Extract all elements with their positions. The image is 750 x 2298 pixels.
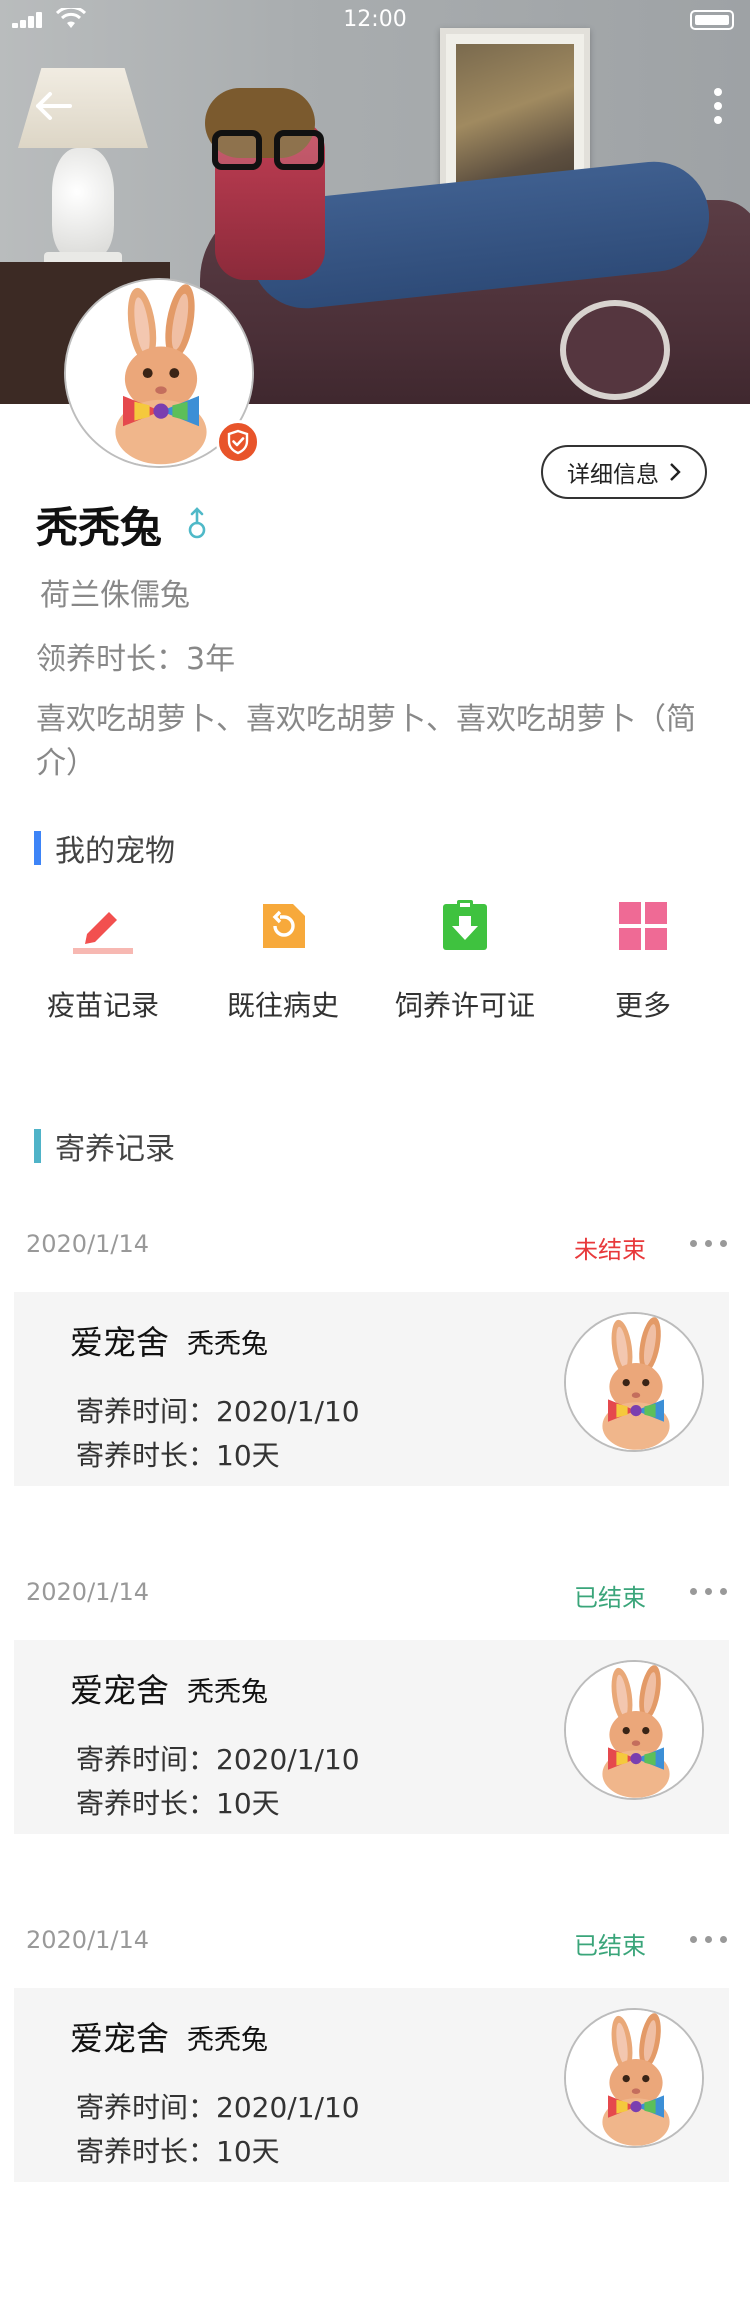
record-pet-name: 秃秃兔 xyxy=(187,1329,268,1360)
record-date: 2020/1/14 xyxy=(26,1926,150,1954)
breeding-license-action[interactable]: 饲养许可证 xyxy=(380,896,550,1024)
sofa-arm xyxy=(560,300,670,400)
medical-history-action[interactable]: 既往病史 xyxy=(198,896,368,1024)
pet-name: 秃秃兔 xyxy=(36,503,163,552)
record-status: 未结束 xyxy=(574,1236,646,1264)
record-pet-name: 秃秃兔 xyxy=(187,2025,268,2056)
lamp-base xyxy=(52,148,114,258)
male-gender-icon xyxy=(184,506,210,540)
detail-info-button[interactable]: 详细信息 xyxy=(541,445,707,499)
shop-name: 爱宠舍 xyxy=(70,1323,169,1362)
pet-breed: 荷兰侏儒兔 xyxy=(40,578,190,613)
battery-icon xyxy=(690,10,734,30)
section-accent-bar xyxy=(34,831,41,865)
adopt-duration: 领养时长：3年 xyxy=(36,642,236,677)
more-action[interactable]: 更多 xyxy=(558,896,728,1024)
action-label: 疫苗记录 xyxy=(46,989,159,1022)
license-download-icon xyxy=(435,896,495,956)
back-arrow-icon[interactable] xyxy=(30,86,78,126)
action-label: 更多 xyxy=(614,989,671,1022)
more-horizontal-icon[interactable] xyxy=(690,1240,730,1250)
more-horizontal-icon[interactable] xyxy=(690,1936,730,1946)
more-horizontal-icon[interactable] xyxy=(690,1588,730,1598)
action-label: 饲养许可证 xyxy=(394,989,535,1022)
record-pet-avatar xyxy=(564,2008,704,2148)
section-accent-bar xyxy=(34,1129,41,1163)
pencil-icon xyxy=(73,896,133,956)
record-pet-avatar xyxy=(564,1312,704,1452)
boarding-record-card[interactable]: 爱宠舍 秃秃兔 寄养时间：2020/1/10 寄养时长：10天 xyxy=(14,1292,729,1486)
my-pets-section-title: 我的宠物 xyxy=(34,826,175,870)
record-pet-name: 秃秃兔 xyxy=(187,1677,268,1708)
record-status: 已结束 xyxy=(574,1932,646,1960)
history-file-icon xyxy=(253,896,313,956)
grid-icon xyxy=(613,896,673,956)
record-status: 已结束 xyxy=(574,1584,646,1612)
chevron-right-icon xyxy=(670,463,681,481)
status-time: 12:00 xyxy=(343,7,407,32)
verified-shield-icon xyxy=(216,420,260,464)
record-pet-avatar xyxy=(564,1660,704,1800)
boarding-time: 寄养时间：2020/1/10 xyxy=(76,2091,360,2124)
more-vertical-icon[interactable] xyxy=(708,84,728,128)
status-bar: 12:00 xyxy=(0,0,750,40)
boarding-time: 寄养时间：2020/1/10 xyxy=(76,1395,360,1428)
shop-name: 爱宠舍 xyxy=(70,1671,169,1710)
boarding-duration: 寄养时长：10天 xyxy=(76,1787,280,1820)
action-label: 既往病史 xyxy=(226,989,339,1022)
record-date: 2020/1/14 xyxy=(26,1230,150,1258)
boarding-section-title: 寄养记录 xyxy=(34,1124,175,1168)
pet-intro: 喜欢吃胡萝卜、喜欢吃胡萝卜、喜欢吃胡萝卜（简介） xyxy=(36,702,696,781)
detail-info-label: 详细信息 xyxy=(567,462,659,488)
boarding-record-card[interactable]: 爱宠舍 秃秃兔 寄养时间：2020/1/10 寄养时长：10天 xyxy=(14,1640,729,1834)
boarding-time: 寄养时间：2020/1/10 xyxy=(76,1743,360,1776)
boarding-duration: 寄养时长：10天 xyxy=(76,2135,280,2168)
boarding-duration: 寄养时长：10天 xyxy=(76,1439,280,1472)
boarding-title: 寄养记录 xyxy=(55,1132,175,1167)
vaccine-record-action[interactable]: 疫苗记录 xyxy=(18,896,188,1024)
record-date: 2020/1/14 xyxy=(26,1578,150,1606)
boarding-record-card[interactable]: 爱宠舍 秃秃兔 寄养时间：2020/1/10 寄养时长：10天 xyxy=(14,1988,729,2182)
glasses xyxy=(212,130,332,170)
shop-name: 爱宠舍 xyxy=(70,2019,169,2058)
my-pets-title: 我的宠物 xyxy=(55,834,175,869)
